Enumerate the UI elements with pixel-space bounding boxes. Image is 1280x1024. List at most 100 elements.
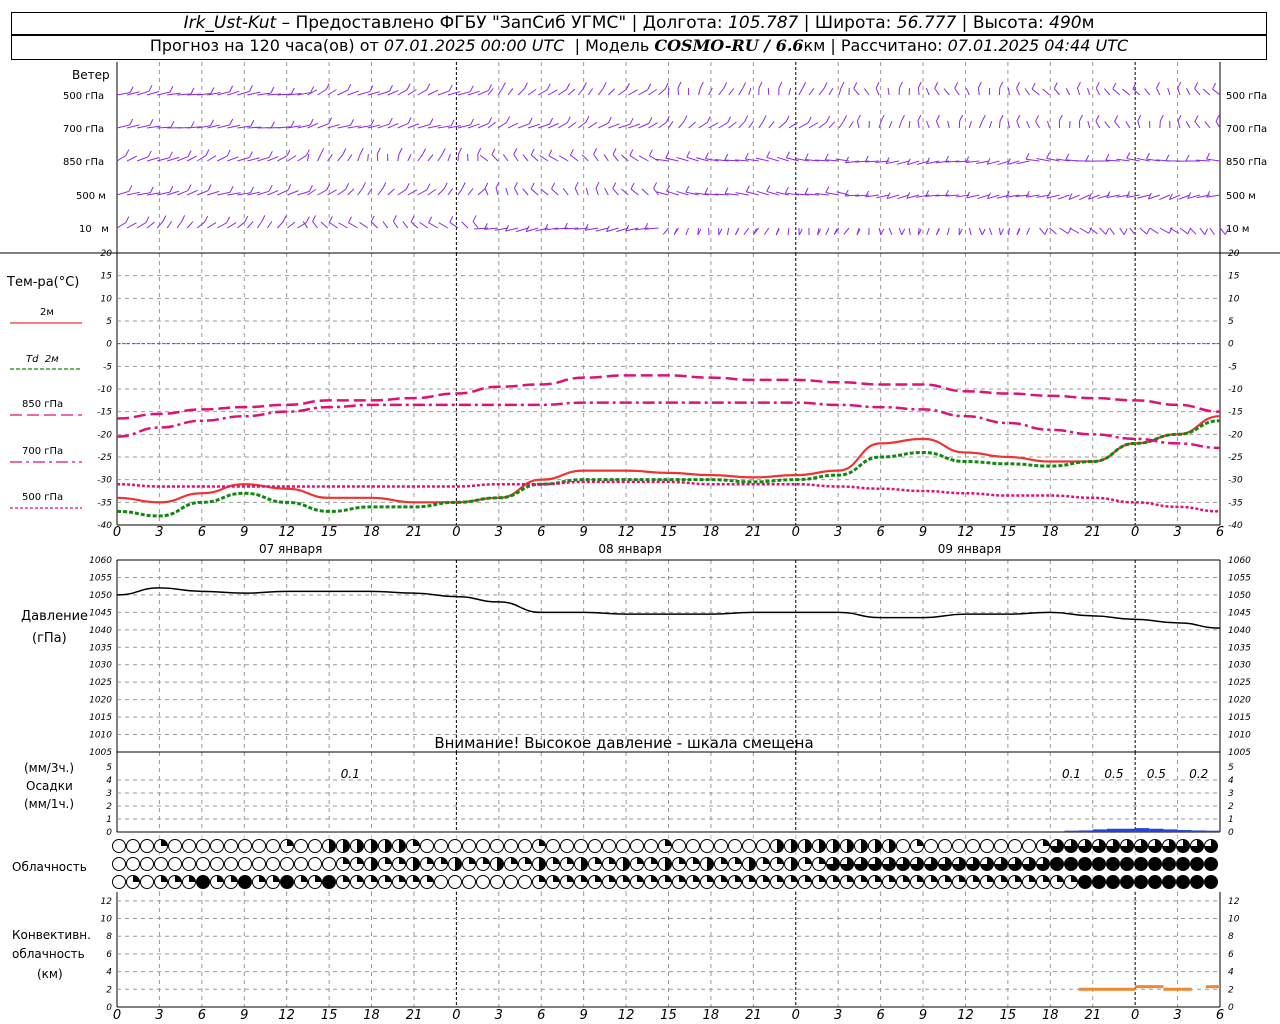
wind-barb-flag xyxy=(629,149,634,156)
wind-barb-flag xyxy=(320,147,325,155)
wind-barb xyxy=(888,120,893,129)
x-tick-label: 12 xyxy=(957,1008,974,1023)
wind-barb-flag xyxy=(389,84,393,92)
cloud-circle-fill xyxy=(1029,875,1036,882)
cloud-circle-fill xyxy=(357,857,364,864)
wind-barb xyxy=(407,189,418,196)
wind-barb-flag xyxy=(1016,81,1020,89)
wind-barb xyxy=(838,121,844,129)
pressure-ytick-right: 1020 xyxy=(1228,696,1251,706)
wind-barb xyxy=(407,89,417,96)
cloud-circle xyxy=(686,839,700,853)
wind-barb xyxy=(838,87,842,96)
conv-ytick-left: 6 xyxy=(106,950,112,960)
wind-barb-flag xyxy=(469,85,474,92)
precip-bar xyxy=(1064,830,1079,832)
cloud-circle-fill xyxy=(553,857,560,864)
wind-barb xyxy=(206,155,217,162)
wind-barb-flag xyxy=(309,118,314,126)
precip-amount: 0.5 xyxy=(1104,767,1123,781)
conv-ytick-left: 8 xyxy=(106,932,112,942)
wind-barb xyxy=(186,189,198,196)
wind-barb xyxy=(597,88,604,96)
cloud-circle-fill xyxy=(707,875,714,882)
wind-barb xyxy=(317,123,329,129)
wind-barb-flag xyxy=(648,149,653,156)
cloud-circle-fill xyxy=(161,875,168,882)
cloud-circle-fill xyxy=(399,839,406,853)
cloud-circle-fill xyxy=(1190,857,1204,871)
cloud-circle-fill xyxy=(693,875,700,882)
conv-ytick-left: 0 xyxy=(106,1003,112,1013)
cloud-circle-fill xyxy=(567,875,574,882)
cloud-circle xyxy=(112,839,126,853)
wind-barb-flag xyxy=(1046,152,1050,159)
wind-barb xyxy=(629,155,639,162)
wind-barb xyxy=(1087,87,1091,96)
cloud-circle xyxy=(756,839,770,853)
cloud-circle-fill xyxy=(231,875,238,882)
cloud-circle xyxy=(322,857,336,871)
x-tick-label: 3 xyxy=(495,1008,503,1023)
wind-barb-flag xyxy=(229,118,234,126)
cloud-circle-fill xyxy=(721,875,728,882)
wind-barb xyxy=(537,89,548,96)
wind-barb xyxy=(387,188,395,196)
wind-barb xyxy=(843,227,850,235)
wind-barb xyxy=(848,121,854,129)
temp-ytick-right: 15 xyxy=(1228,272,1240,282)
wind-barb xyxy=(347,188,355,196)
wind-barb-flag xyxy=(566,116,571,123)
cloud-circle-fill xyxy=(819,857,826,864)
wind-barb-flag xyxy=(470,118,474,126)
wind-barb xyxy=(1024,88,1030,96)
pressure-ytick-left: 1005 xyxy=(89,748,112,758)
temp-ytick-left: 20 xyxy=(101,249,113,259)
wind-barb xyxy=(1119,227,1125,235)
wind-barb xyxy=(977,87,980,96)
wind-barb-flag xyxy=(342,148,347,155)
cloud-circle xyxy=(182,857,196,871)
x-tick-label: 3 xyxy=(495,525,503,540)
wind-barb xyxy=(467,188,474,196)
wind-barb-flag xyxy=(128,185,133,192)
wind-barb-flag xyxy=(169,151,173,158)
conv-ytick-right: 6 xyxy=(1228,950,1234,960)
x-tick-label: 12 xyxy=(278,1008,295,1023)
wind-barb xyxy=(1078,194,1090,201)
wind-barb-flag xyxy=(724,187,729,194)
wind-barb-flag xyxy=(129,86,134,93)
wind-barb-flag xyxy=(1025,152,1030,160)
wind-barb xyxy=(1159,227,1170,234)
wind-barb xyxy=(116,190,130,196)
cloud-circle-fill xyxy=(679,875,686,882)
cloud-circle-fill xyxy=(133,875,140,882)
wind-barb-flag xyxy=(226,149,231,157)
x-tick-label: 0 xyxy=(792,525,800,540)
wind-barb-flag xyxy=(875,81,880,89)
cloud-circle-fill xyxy=(917,839,924,846)
wind-barb-flag xyxy=(270,121,275,128)
cloud-circle-fill xyxy=(1106,857,1120,871)
wind-barb xyxy=(853,88,860,96)
wind-barb-flag xyxy=(1194,82,1199,89)
wind-barb xyxy=(863,88,870,96)
conv-ytick-right: 8 xyxy=(1228,932,1234,942)
wind-barb xyxy=(618,123,631,129)
cloud-circle-fill xyxy=(791,875,798,882)
cloud-circle xyxy=(994,839,1008,853)
x-tick-label: 6 xyxy=(198,525,206,540)
cloud-circle-fill xyxy=(609,857,616,864)
wind-barb xyxy=(1149,227,1159,234)
wind-barb-flag xyxy=(513,148,518,155)
wind-barb xyxy=(370,221,379,229)
wind-barb-flag xyxy=(528,117,533,125)
pressure-ytick-left: 1060 xyxy=(89,556,112,566)
wind-barb xyxy=(758,121,764,129)
x-tick-label: 9 xyxy=(919,525,927,540)
pressure-ytick-left: 1015 xyxy=(89,713,112,723)
wind-barb xyxy=(522,154,529,162)
wind-barb-flag xyxy=(207,184,212,191)
x-tick-label: 6 xyxy=(537,525,545,540)
wind-barb xyxy=(1186,87,1191,96)
